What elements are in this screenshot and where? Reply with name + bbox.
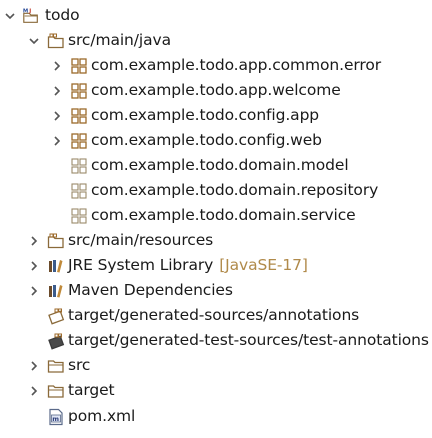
folder-icon bbox=[47, 382, 65, 400]
chevron-right-icon[interactable] bbox=[50, 134, 64, 148]
folder-icon bbox=[47, 357, 65, 375]
generated-sources-label: target/generated-sources/annotations bbox=[68, 306, 360, 324]
chevron-right-icon[interactable] bbox=[27, 384, 41, 398]
xml-file-icon: m bbox=[47, 408, 65, 426]
src-main-java-label: src/main/java bbox=[68, 31, 171, 49]
source-folder-icon bbox=[47, 32, 65, 50]
generated-test-sources-label: target/generated-test-sources/test-annot… bbox=[68, 331, 429, 349]
chevron-down-icon[interactable] bbox=[3, 9, 17, 23]
source-folder-icon bbox=[47, 332, 65, 350]
empty-package-icon bbox=[70, 182, 88, 200]
chevron-right-icon[interactable] bbox=[27, 284, 41, 298]
jre-system-library-name: JRE System Library bbox=[68, 256, 214, 274]
target-folder-label: target bbox=[68, 381, 115, 399]
chevron-right-icon[interactable] bbox=[27, 234, 41, 248]
jre-system-library-label: JRE System Library [JavaSE-17] bbox=[68, 253, 308, 278]
package-label: com.example.todo.app.welcome bbox=[91, 81, 341, 99]
chevron-down-icon[interactable] bbox=[27, 34, 41, 48]
library-icon bbox=[47, 282, 65, 300]
package-icon bbox=[70, 132, 88, 150]
chevron-right-icon[interactable] bbox=[50, 109, 64, 123]
chevron-right-icon[interactable] bbox=[27, 259, 41, 273]
package-label: com.example.todo.app.common.error bbox=[91, 56, 381, 74]
source-folder-icon bbox=[47, 307, 65, 325]
package-label: com.example.todo.domain.repository bbox=[91, 181, 379, 199]
package-label: com.example.todo.config.web bbox=[91, 131, 322, 149]
chevron-right-icon[interactable] bbox=[50, 84, 64, 98]
chevron-right-icon[interactable] bbox=[50, 59, 64, 73]
package-icon bbox=[70, 107, 88, 125]
package-label: com.example.todo.config.app bbox=[91, 106, 320, 124]
empty-package-icon bbox=[70, 157, 88, 175]
source-folder-icon bbox=[47, 232, 65, 250]
svg-text:M: M bbox=[23, 8, 28, 14]
chevron-right-icon[interactable] bbox=[27, 359, 41, 373]
package-icon bbox=[70, 82, 88, 100]
maven-dependencies-label: Maven Dependencies bbox=[68, 281, 233, 299]
maven-project-icon: M J bbox=[22, 7, 40, 25]
src-folder-label: src bbox=[68, 356, 91, 374]
svg-text:m: m bbox=[52, 415, 59, 423]
project-label: todo bbox=[45, 6, 80, 24]
package-icon bbox=[70, 57, 88, 75]
pom-xml-label: pom.xml bbox=[68, 407, 136, 425]
package-label: com.example.todo.domain.model bbox=[91, 156, 349, 174]
empty-package-icon bbox=[70, 207, 88, 225]
svg-text:J: J bbox=[28, 8, 31, 14]
library-icon bbox=[47, 257, 65, 275]
package-label: com.example.todo.domain.service bbox=[91, 206, 356, 224]
jre-version-decoration: [JavaSE-17] bbox=[219, 256, 308, 274]
src-main-resources-label: src/main/resources bbox=[68, 231, 214, 249]
